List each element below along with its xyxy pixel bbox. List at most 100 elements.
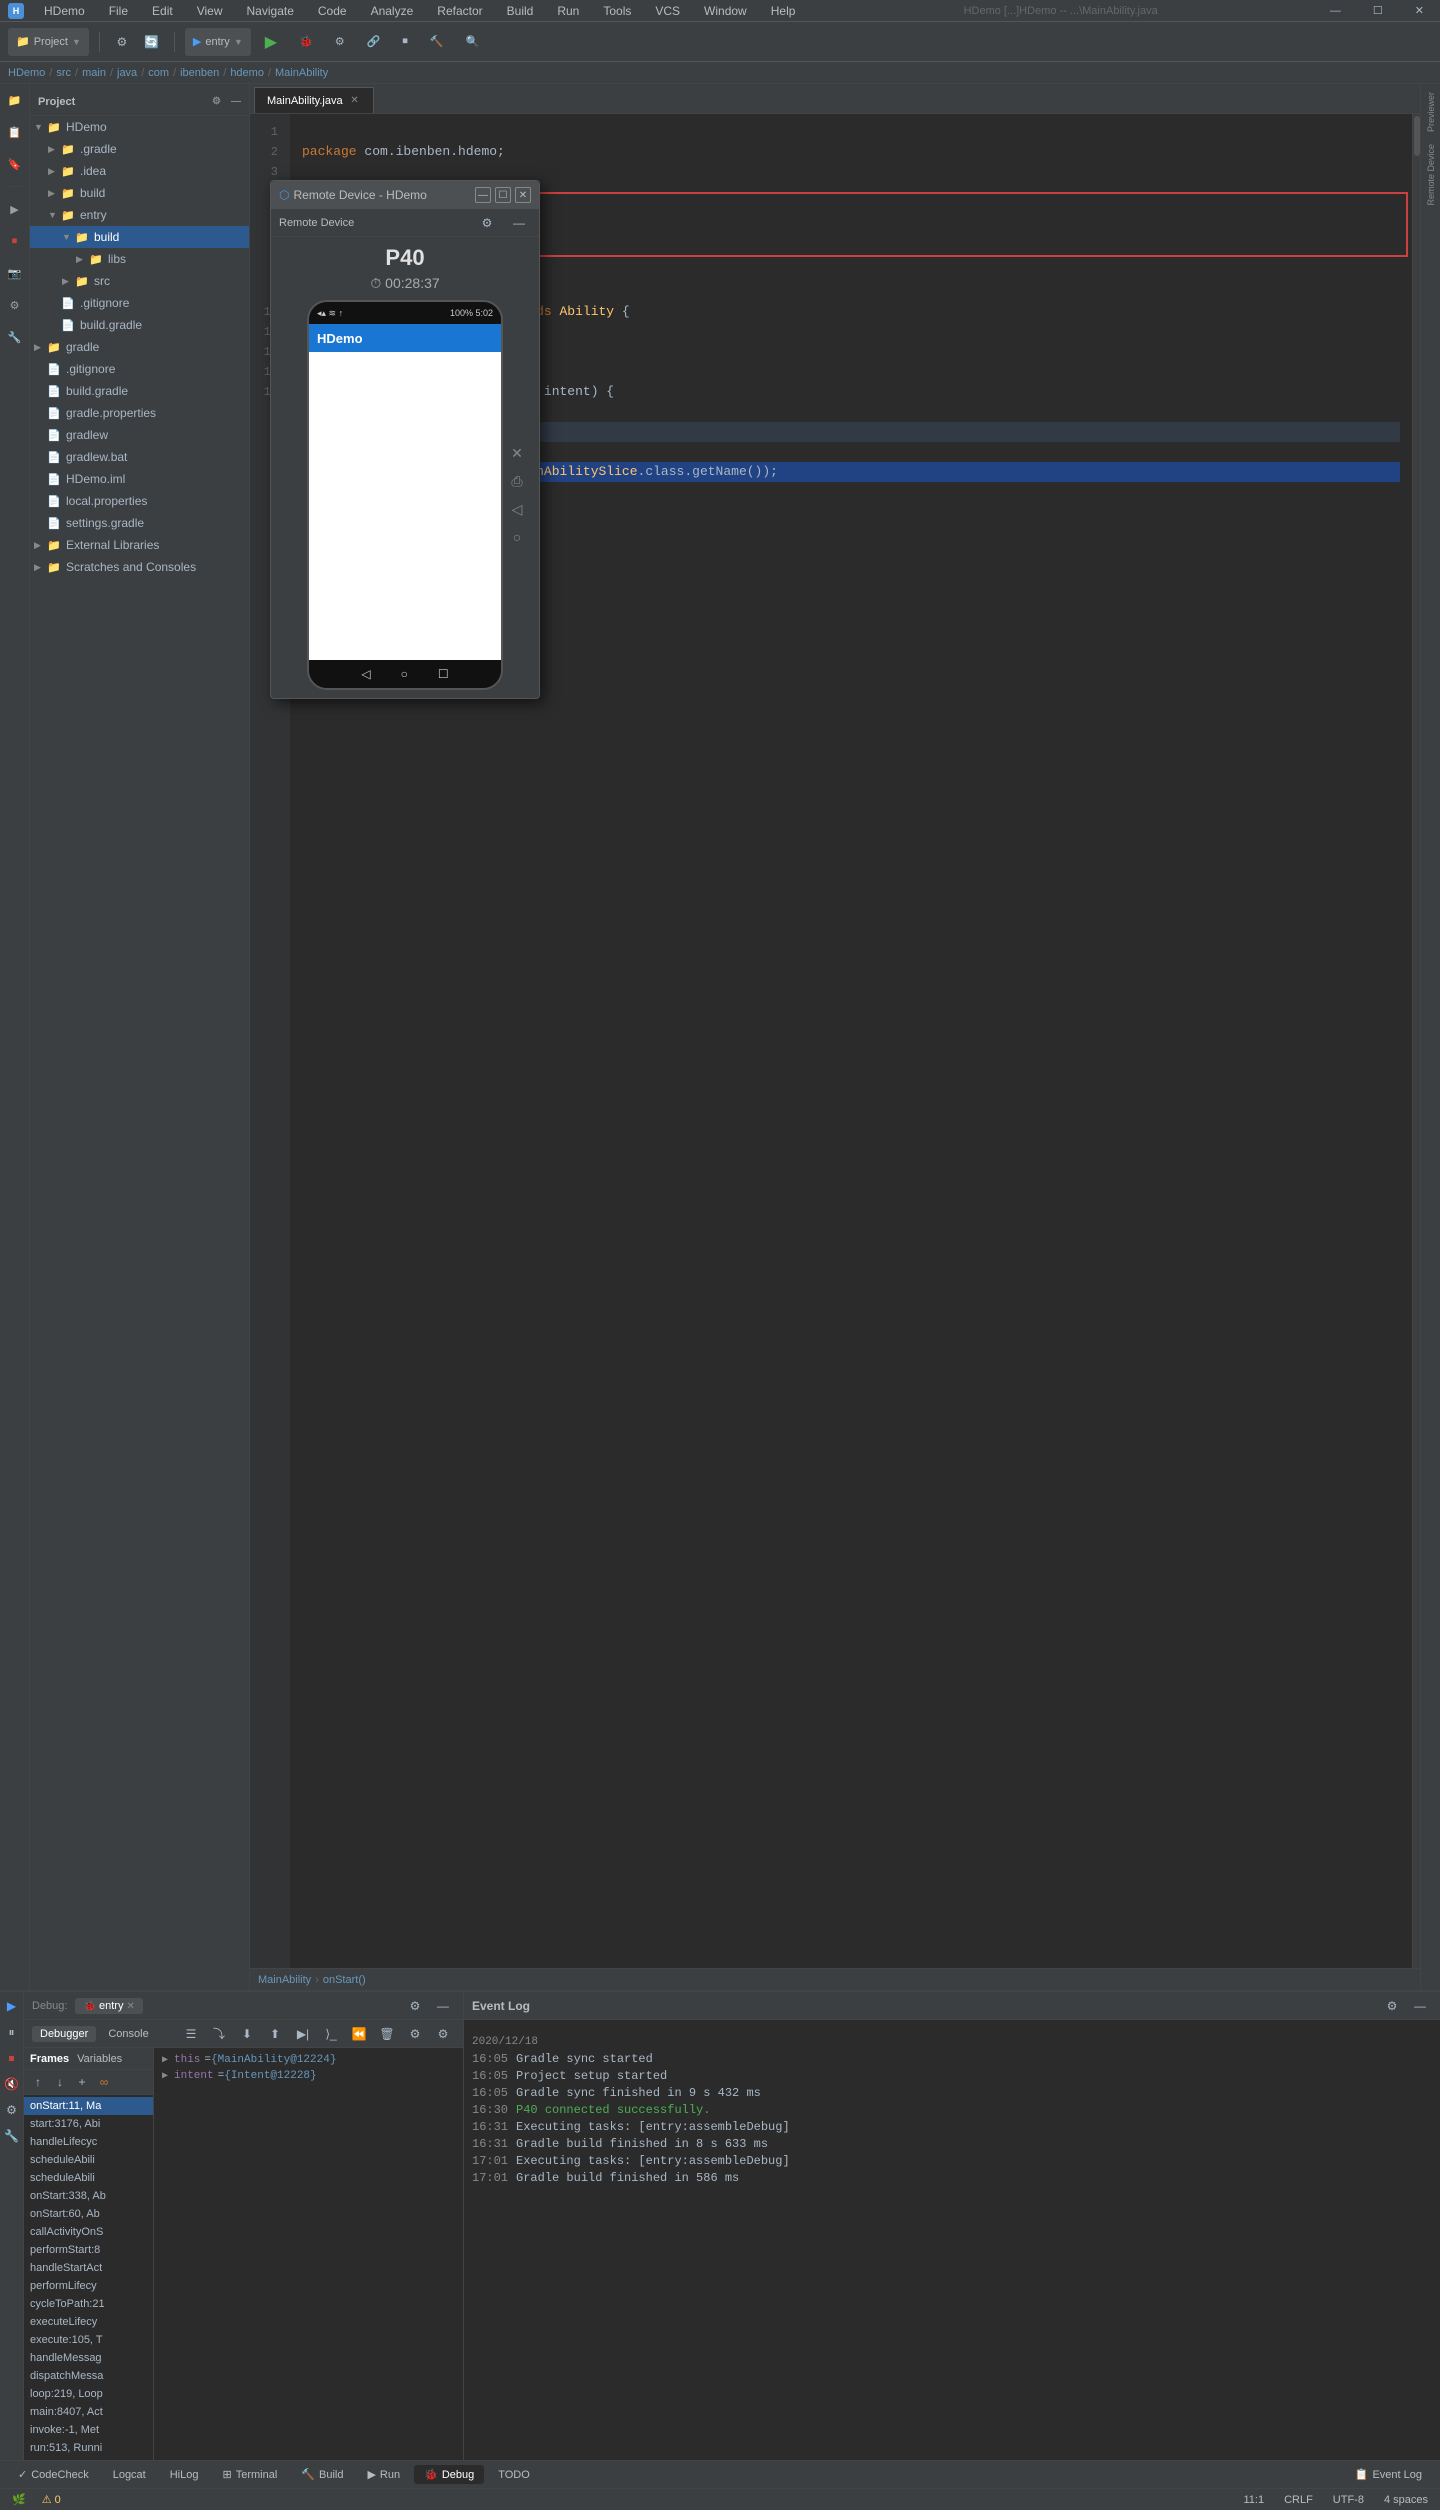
trash-btn[interactable]: 🗑 bbox=[375, 2023, 399, 2045]
debug-side-btn-3[interactable]: 📷 bbox=[3, 261, 27, 285]
bookmarks-btn[interactable]: 🔖 bbox=[3, 152, 27, 176]
bottom-tab-logcat[interactable]: Logcat bbox=[103, 2466, 156, 2484]
var-item-intent[interactable]: ▶ intent = {Intent@12228} bbox=[158, 2068, 459, 2084]
stop-button[interactable]: ⏹ bbox=[394, 29, 416, 55]
device-close-btn[interactable]: ✕ bbox=[507, 443, 527, 463]
tree-item-build-gradle-entry[interactable]: 📄 build.gradle bbox=[30, 314, 249, 336]
frames-down-btn[interactable]: ↓ bbox=[50, 2072, 70, 2092]
debug-wrench-btn[interactable]: 🔧 bbox=[2, 2126, 22, 2146]
status-warnings[interactable]: ⚠ 0 bbox=[38, 2491, 65, 2508]
frame-item-11[interactable]: cycleToPath:21 bbox=[24, 2295, 153, 2313]
debug-pause-btn[interactable]: ⏸ bbox=[2, 2022, 22, 2042]
remote-panel-close-btn[interactable]: ✕ bbox=[515, 187, 531, 203]
remote-settings-btn[interactable]: ⚙ bbox=[475, 212, 499, 234]
tab-close-icon[interactable]: ✕ bbox=[349, 95, 361, 107]
frames-add-btn[interactable]: + bbox=[72, 2072, 92, 2092]
run-config-selector[interactable]: ▶ entry ▼ bbox=[185, 28, 251, 56]
breadcrumb-src[interactable]: src bbox=[56, 67, 71, 79]
step-into-btn[interactable]: ⬇ bbox=[235, 2023, 259, 2045]
menu-code[interactable]: Code bbox=[314, 2, 351, 20]
run-to-cursor-btn[interactable]: ▶| bbox=[291, 2023, 315, 2045]
device-circle-btn[interactable]: ○ bbox=[507, 527, 527, 547]
frame-item-19[interactable]: run:513, Runni bbox=[24, 2439, 153, 2457]
debug-side-btn-5[interactable]: 🔧 bbox=[3, 325, 27, 349]
menu-navigate[interactable]: Navigate bbox=[243, 2, 298, 20]
editor-nav-mainability[interactable]: MainAbility bbox=[258, 1974, 311, 1986]
frame-item-13[interactable]: execute:105, T bbox=[24, 2331, 153, 2349]
frame-item-17[interactable]: main:8407, Act bbox=[24, 2403, 153, 2421]
menu-run[interactable]: Run bbox=[553, 2, 583, 20]
breadcrumb-main[interactable]: main bbox=[82, 67, 106, 79]
toolbar-sync-btn[interactable]: 🔄 bbox=[140, 31, 164, 53]
tree-item-settings-gradle[interactable]: 📄 settings.gradle bbox=[30, 512, 249, 534]
project-selector[interactable]: 📁 Project ▼ bbox=[8, 28, 89, 56]
tree-item-entry[interactable]: ▼ 📁 entry bbox=[30, 204, 249, 226]
frame-item-15[interactable]: dispatchMessa bbox=[24, 2367, 153, 2385]
tree-item-gradle[interactable]: ▶ 📁 .gradle bbox=[30, 138, 249, 160]
event-log-settings-btn[interactable]: ⚙ bbox=[1380, 1995, 1404, 2017]
settings-btn[interactable]: ⚙ bbox=[403, 2023, 427, 2045]
project-panel-btn[interactable]: 📁 bbox=[3, 88, 27, 112]
tree-item-libs[interactable]: ▶ 📁 libs bbox=[30, 248, 249, 270]
tree-item-external-libs[interactable]: ▶ 📁 External Libraries bbox=[30, 534, 249, 556]
bottom-tab-run[interactable]: ▶ Run bbox=[357, 2465, 410, 2484]
breadcrumb-ibenben[interactable]: ibenben bbox=[180, 67, 219, 79]
status-indent[interactable]: 4 spaces bbox=[1380, 2492, 1432, 2508]
run-button[interactable]: ▶ bbox=[257, 29, 285, 55]
console-tab[interactable]: Console bbox=[100, 2026, 156, 2042]
status-crlf[interactable]: CRLF bbox=[1280, 2492, 1317, 2508]
menu-vcs[interactable]: VCS bbox=[651, 2, 684, 20]
menu-build[interactable]: Build bbox=[503, 2, 538, 20]
tree-item-gradle-folder[interactable]: ▶ 📁 gradle bbox=[30, 336, 249, 358]
tree-item-gradlew[interactable]: 📄 gradlew bbox=[30, 424, 249, 446]
frame-item-14[interactable]: handleMessag bbox=[24, 2349, 153, 2367]
tree-item-gradle-props[interactable]: 📄 gradle.properties bbox=[30, 402, 249, 424]
maximize-button[interactable]: ☐ bbox=[1365, 0, 1391, 24]
menu-help[interactable]: Help bbox=[767, 2, 800, 20]
phone-back-btn[interactable]: ◁ bbox=[361, 667, 370, 681]
tab-mainability[interactable]: MainAbility.java ✕ bbox=[254, 87, 374, 113]
remote-panel-maximize-btn[interactable]: ☐ bbox=[495, 187, 511, 203]
debug-close-icon[interactable]: ✕ bbox=[127, 2001, 135, 2012]
tree-item-gitignore-root[interactable]: 📄 .gitignore bbox=[30, 358, 249, 380]
frame-item-10[interactable]: performLifecy bbox=[24, 2277, 153, 2295]
breadcrumb-hdemo2[interactable]: hdemo bbox=[230, 67, 264, 79]
frame-item-8[interactable]: performStart:8 bbox=[24, 2241, 153, 2259]
debug-entry-tab[interactable]: 🐞 entry ✕ bbox=[75, 1998, 142, 2014]
build-button[interactable]: 🔨 bbox=[422, 29, 452, 55]
tree-item-hdemo-iml[interactable]: 📄 HDemo.iml bbox=[30, 468, 249, 490]
menu-hdemo[interactable]: HDemo bbox=[40, 2, 89, 20]
menu-file[interactable]: File bbox=[105, 2, 132, 20]
menu-refactor[interactable]: Refactor bbox=[433, 2, 486, 20]
frame-item-4[interactable]: scheduleAbili bbox=[24, 2169, 153, 2187]
evaluate-btn[interactable]: ⟩_ bbox=[319, 2023, 343, 2045]
device-back-btn[interactable]: ◁ bbox=[507, 499, 527, 519]
frame-item-18[interactable]: invoke:-1, Met bbox=[24, 2421, 153, 2439]
remote-device-tab[interactable]: Remote Device bbox=[1424, 140, 1438, 210]
tree-item-idea[interactable]: ▶ 📁 .idea bbox=[30, 160, 249, 182]
project-settings-icon[interactable]: ⚙ bbox=[212, 96, 221, 107]
var-item-this[interactable]: ▶ this = {MainAbility@12224} bbox=[158, 2052, 459, 2068]
device-screenshot-btn[interactable]: ⎙ bbox=[507, 471, 527, 491]
breadcrumb-hdemo[interactable]: HDemo bbox=[8, 67, 45, 79]
frame-item-2[interactable]: handleLifecyc bbox=[24, 2133, 153, 2151]
debug-settings-icon[interactable]: ⚙ bbox=[403, 1995, 427, 2017]
debugger-tab[interactable]: Debugger bbox=[32, 2026, 96, 2042]
attach-debugger-button[interactable]: 🔗 bbox=[359, 29, 389, 55]
drop-frame-btn[interactable]: ⏪ bbox=[347, 2023, 371, 2045]
tree-item-build-root[interactable]: ▶ 📁 build bbox=[30, 182, 249, 204]
phone-recents-btn[interactable]: ☐ bbox=[438, 667, 449, 681]
editor-scrollbar[interactable] bbox=[1412, 114, 1420, 1968]
menu-edit[interactable]: Edit bbox=[148, 2, 177, 20]
phone-home-btn[interactable]: ○ bbox=[401, 667, 408, 681]
debug-side-btn-2[interactable]: ⏹ bbox=[3, 229, 27, 253]
status-git-icon[interactable]: 🌿 bbox=[8, 2491, 30, 2508]
frame-item-12[interactable]: executeLifecy bbox=[24, 2313, 153, 2331]
bottom-tab-todo[interactable]: TODO bbox=[488, 2466, 540, 2484]
debug-side-btn-4[interactable]: ⚙ bbox=[3, 293, 27, 317]
tree-item-scratches[interactable]: ▶ 📁 Scratches and Consoles bbox=[30, 556, 249, 578]
project-collapse-icon[interactable]: — bbox=[231, 96, 241, 107]
remote-minimize-btn[interactable]: — bbox=[507, 212, 531, 234]
previewer-tab[interactable]: Previewer bbox=[1424, 88, 1438, 136]
tree-item-src[interactable]: ▶ 📁 src bbox=[30, 270, 249, 292]
